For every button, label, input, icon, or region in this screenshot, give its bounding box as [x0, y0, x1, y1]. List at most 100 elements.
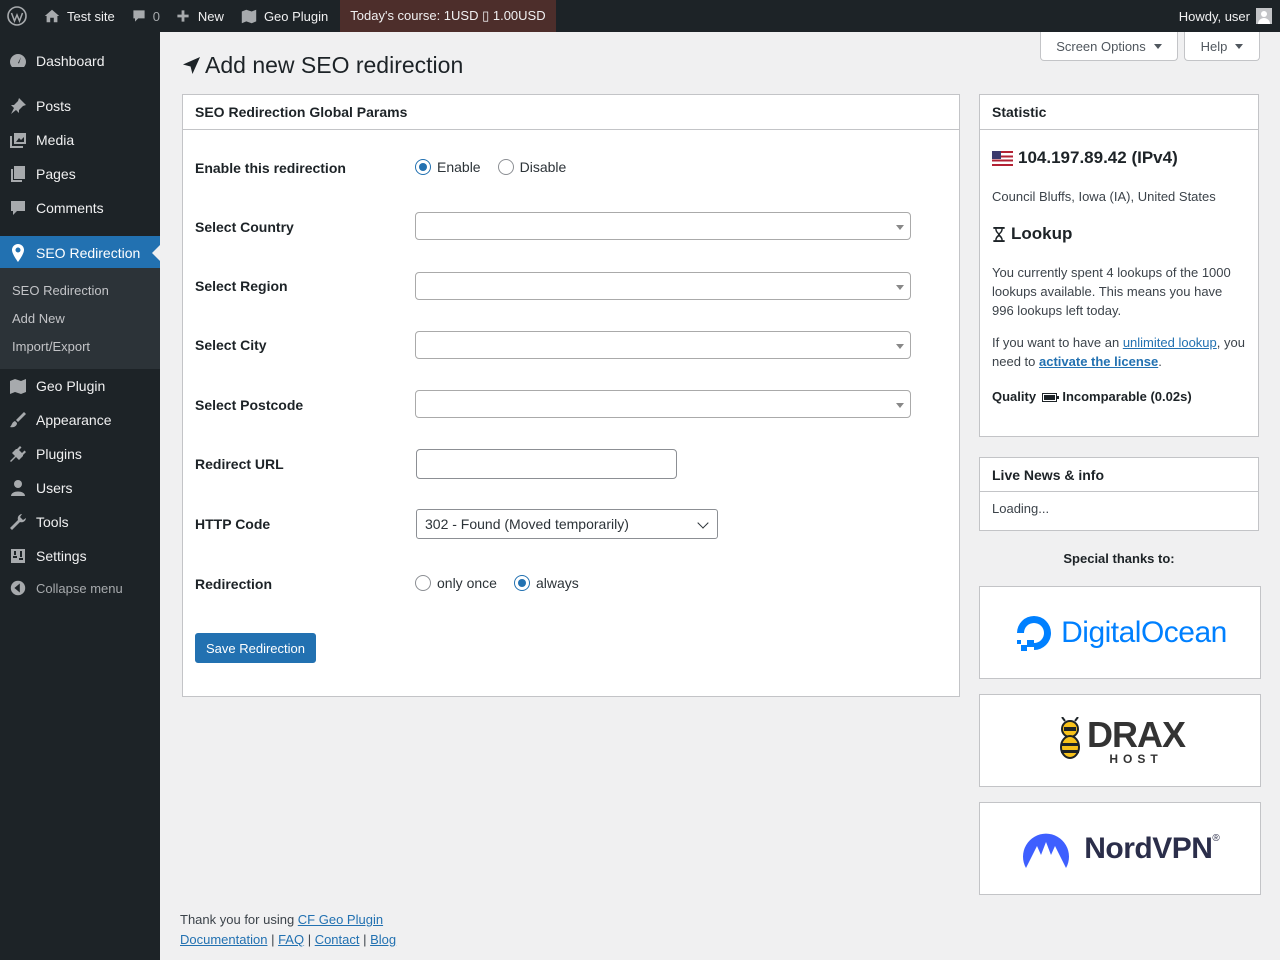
menu-dashboard[interactable]: Dashboard [0, 44, 160, 78]
city-select[interactable] [415, 331, 911, 359]
location-arrow-icon [182, 56, 201, 75]
postcode-label: Select Postcode [195, 397, 304, 413]
map-icon [241, 9, 257, 24]
global-params-box: SEO Redirection Global Params Enable thi… [182, 94, 960, 697]
collapse-icon [0, 579, 36, 597]
menu-media[interactable]: Media [0, 123, 160, 157]
comments-link[interactable]: 0 [123, 0, 168, 32]
footer-links: Documentation | FAQ | Contact | Blog [180, 932, 396, 947]
enable-label: Enable this redirection [195, 160, 346, 176]
live-news-box: Live News & info Loading... [979, 457, 1259, 531]
chevron-down-icon [1153, 43, 1162, 49]
nordvpn-sponsor[interactable]: NordVPN ® [979, 802, 1261, 895]
menu-appearance[interactable]: Appearance [0, 403, 160, 437]
enable-option-label: Enable [437, 159, 481, 175]
menu-pages[interactable]: Pages [0, 157, 160, 191]
geo-plugin-label: Geo Plugin [263, 8, 329, 24]
menu-seo-redirection[interactable]: SEO Redirection [0, 236, 160, 270]
geo-plugin-link[interactable]: Geo Plugin [232, 0, 336, 32]
wrench-icon [0, 512, 36, 532]
pages-icon [0, 164, 36, 184]
save-redirection-button[interactable]: Save Redirection [195, 633, 316, 663]
host-text: HOST [1109, 751, 1163, 766]
site-name-link[interactable]: Test site [35, 0, 123, 32]
ip-address: 104.197.89.42 (IPv4) [992, 148, 1178, 168]
chevron-down-icon [1235, 43, 1244, 49]
my-account[interactable]: Howdy, user [1171, 0, 1280, 32]
home-icon [44, 9, 60, 23]
only-once-radio[interactable] [415, 575, 431, 591]
menu-label: Plugins [36, 446, 82, 462]
http-code-value: 302 - Found (Moved temporarily) [425, 516, 629, 532]
digitalocean-sponsor[interactable]: DigitalOcean [979, 586, 1261, 679]
menu-settings[interactable]: Settings [0, 539, 160, 573]
battery-full-icon [1041, 393, 1059, 403]
currency-course[interactable]: Today's course: 1USD ▯ 1.00USD [340, 0, 556, 32]
activate-license-link[interactable]: activate the license [1039, 354, 1158, 369]
submenu-add-new[interactable]: Add New [12, 311, 65, 326]
http-code-select[interactable]: 302 - Found (Moved temporarily) [416, 509, 718, 539]
city-label: Select City [195, 337, 267, 353]
comment-icon [133, 10, 145, 22]
enable-radio[interactable] [415, 159, 431, 175]
faq-link[interactable]: FAQ [278, 932, 304, 947]
quality-line: Quality Incomparable (0.02s) [980, 387, 1258, 406]
menu-users[interactable]: Users [0, 471, 160, 505]
blog-link[interactable]: Blog [370, 932, 396, 947]
menu-label: Users [36, 480, 73, 496]
redirect-url-input[interactable] [416, 449, 677, 479]
new-content-link[interactable]: New [168, 0, 232, 32]
postcode-select[interactable] [415, 390, 911, 418]
brush-icon [0, 410, 36, 430]
help-button[interactable]: Help [1184, 32, 1260, 61]
cf-geo-plugin-link[interactable]: CF Geo Plugin [298, 912, 383, 927]
quality-label: Quality [992, 389, 1037, 404]
live-news-body: Loading... [992, 501, 1050, 516]
pin-icon [0, 96, 36, 116]
disable-option-label: Disable [519, 159, 567, 175]
menu-geo-plugin[interactable]: Geo Plugin [0, 369, 160, 403]
wordpress-logo-icon[interactable] [0, 0, 35, 32]
statistic-box: Statistic 104.197.89.42 (IPv4) Council B… [979, 94, 1259, 437]
redirection-label: Redirection [195, 576, 273, 592]
contact-link[interactable]: Contact [315, 932, 360, 947]
collapse-menu-button[interactable]: Collapse menu [0, 571, 160, 605]
main-content: Screen Options Help Add new SEO redirect… [160, 32, 1280, 960]
footer-separator: | [304, 932, 315, 947]
submenu-import-export[interactable]: Import/Export [12, 339, 90, 354]
documentation-link[interactable]: Documentation [180, 932, 267, 947]
menu-posts[interactable]: Posts [0, 89, 160, 123]
unlimited-lookup-link[interactable]: unlimited lookup [1123, 335, 1217, 350]
menu-comments[interactable]: Comments [0, 191, 160, 225]
unlimited-suffix: . [1158, 354, 1162, 369]
menu-tools[interactable]: Tools [0, 505, 160, 539]
nordvpn-logo-icon [1023, 833, 1070, 868]
admin-sidebar: Dashboard Posts Media Pages Comments SEO… [0, 32, 160, 960]
page-title: Add new SEO redirection [182, 52, 463, 79]
menu-plugins[interactable]: Plugins [0, 437, 160, 471]
always-radio[interactable] [513, 575, 530, 591]
always-label: always [535, 575, 579, 591]
country-select[interactable] [415, 212, 911, 240]
course-text: Today's course: 1USD ▯ 1.00USD [350, 8, 546, 23]
digitalocean-logo-icon [1017, 615, 1052, 651]
http-code-label: HTTP Code [195, 516, 271, 532]
menu-label: Geo Plugin [36, 378, 106, 394]
plug-icon [0, 444, 36, 464]
media-icon [0, 130, 36, 150]
new-label: New [197, 8, 224, 24]
submenu-seo-redirection[interactable]: SEO Redirection [12, 283, 109, 298]
ip-text: 104.197.89.42 (IPv4) [1018, 148, 1178, 167]
digitalocean-wordmark: DigitalOcean [1061, 615, 1227, 649]
screen-options-button[interactable]: Screen Options [1040, 32, 1178, 61]
statistic-title: Statistic [980, 95, 1258, 130]
region-select[interactable] [415, 272, 911, 300]
dray-host-wordmark: DRAX HOST [1087, 716, 1186, 766]
disable-radio[interactable] [497, 159, 514, 175]
unlimited-prefix: If you want to have an [992, 335, 1123, 350]
us-flag-icon [992, 150, 1013, 166]
location-text: Council Bluffs, Iowa (IA), United States [992, 189, 1216, 204]
dray-host-sponsor[interactable]: DRAX HOST [979, 694, 1261, 787]
quality-value: Incomparable (0.02s) [1062, 389, 1192, 404]
enable-radio-group: Enable Disable [415, 159, 583, 175]
